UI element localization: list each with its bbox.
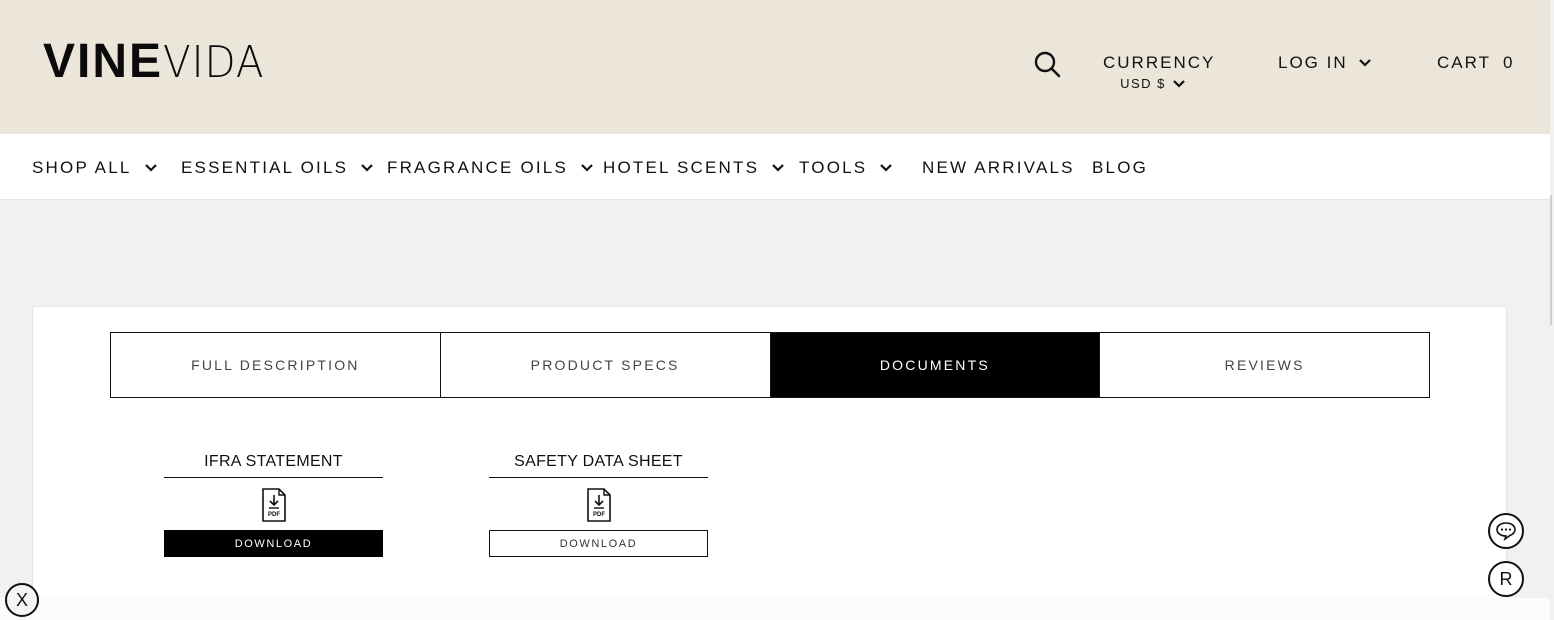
currency-label: CURRENCY — [1103, 53, 1216, 72]
pdf-icon-text: PDF — [268, 512, 280, 518]
document-title: SAFETY DATA SHEET — [489, 453, 708, 478]
currency-selector[interactable]: CURRENCY USD $ — [1103, 53, 1216, 93]
nav-label: TOOLS — [799, 158, 868, 177]
site-header: VINE VIDA CURRENCY USD $ LOG IN CART 0 — [0, 0, 1550, 134]
nav-label: ESSENTIAL OILS — [181, 158, 349, 177]
chevron-down-icon — [581, 164, 593, 172]
cart-link[interactable]: CART 0 — [1437, 53, 1514, 73]
product-tabs: FULL DESCRIPTION PRODUCT SPECS DOCUMENTS… — [110, 332, 1430, 398]
nav-item-tools[interactable]: TOOLS — [799, 158, 893, 178]
cart-label: CART — [1437, 53, 1491, 72]
main-navigation: SHOP ALL ESSENTIAL OILS FRAGRANCE OILS H… — [0, 134, 1550, 200]
site-logo[interactable]: VINE VIDA — [43, 38, 273, 86]
nav-label: FRAGRANCE OILS — [387, 158, 568, 177]
currency-value[interactable]: USD $ — [1120, 76, 1186, 91]
currency-value-text: USD $ — [1120, 76, 1166, 91]
search-icon — [1034, 51, 1061, 78]
pdf-download-icon[interactable]: PDF — [261, 488, 287, 522]
nav-item-new-arrivals[interactable]: NEW ARRIVALS — [922, 158, 1075, 178]
chevron-down-icon — [361, 164, 373, 172]
tab-full-description[interactable]: FULL DESCRIPTION — [111, 333, 441, 397]
nav-item-blog[interactable]: BLOG — [1092, 158, 1148, 178]
search-button[interactable] — [1031, 48, 1063, 80]
logo-thin-text: VIDA — [163, 37, 265, 88]
scrollbar[interactable] — [1550, 195, 1552, 325]
document-ifra-statement: IFRA STATEMENT PDF DOWNLOAD — [164, 453, 383, 557]
tab-product-specs[interactable]: PRODUCT SPECS — [441, 333, 771, 397]
nav-label: NEW ARRIVALS — [922, 158, 1075, 177]
nav-item-shop-all[interactable]: SHOP ALL — [32, 158, 158, 178]
document-title: IFRA STATEMENT — [164, 453, 383, 478]
cart-count: 0 — [1502, 53, 1515, 72]
pdf-download-icon[interactable]: PDF — [586, 488, 612, 522]
nav-item-hotel-scents[interactable]: HOTEL SCENTS — [603, 158, 785, 178]
chevron-down-icon — [880, 164, 893, 172]
document-safety-data-sheet: SAFETY DATA SHEET PDF DOWNLOAD — [489, 453, 708, 557]
product-info-card: FULL DESCRIPTION PRODUCT SPECS DOCUMENTS… — [32, 306, 1507, 606]
nav-item-fragrance-oils[interactable]: FRAGRANCE OILS — [387, 158, 594, 178]
nav-label: BLOG — [1092, 158, 1149, 177]
chat-bubble-icon — [1496, 522, 1516, 541]
tab-reviews[interactable]: REVIEWS — [1100, 333, 1429, 397]
chevron-down-icon — [1358, 59, 1371, 67]
page-bottom — [0, 598, 1550, 620]
tab-documents[interactable]: DOCUMENTS — [770, 333, 1101, 397]
chevron-down-icon — [1173, 79, 1185, 88]
download-button[interactable]: DOWNLOAD — [489, 530, 708, 557]
chevron-down-icon — [772, 164, 784, 172]
nav-item-essential-oils[interactable]: ESSENTIAL OILS — [181, 158, 374, 178]
close-widget-button[interactable]: X — [5, 583, 39, 617]
nav-label: HOTEL SCENTS — [603, 158, 760, 177]
logo-bold-text: VINE — [43, 35, 164, 88]
nav-label: SHOP ALL — [32, 158, 132, 177]
login-menu[interactable]: LOG IN — [1278, 53, 1372, 73]
chevron-down-icon — [144, 164, 157, 172]
pdf-icon-text: PDF — [593, 512, 605, 518]
login-label: LOG IN — [1278, 53, 1348, 72]
chat-button[interactable] — [1488, 513, 1524, 549]
download-button[interactable]: DOWNLOAD — [164, 530, 383, 557]
r-widget-button[interactable]: R — [1488, 561, 1524, 597]
